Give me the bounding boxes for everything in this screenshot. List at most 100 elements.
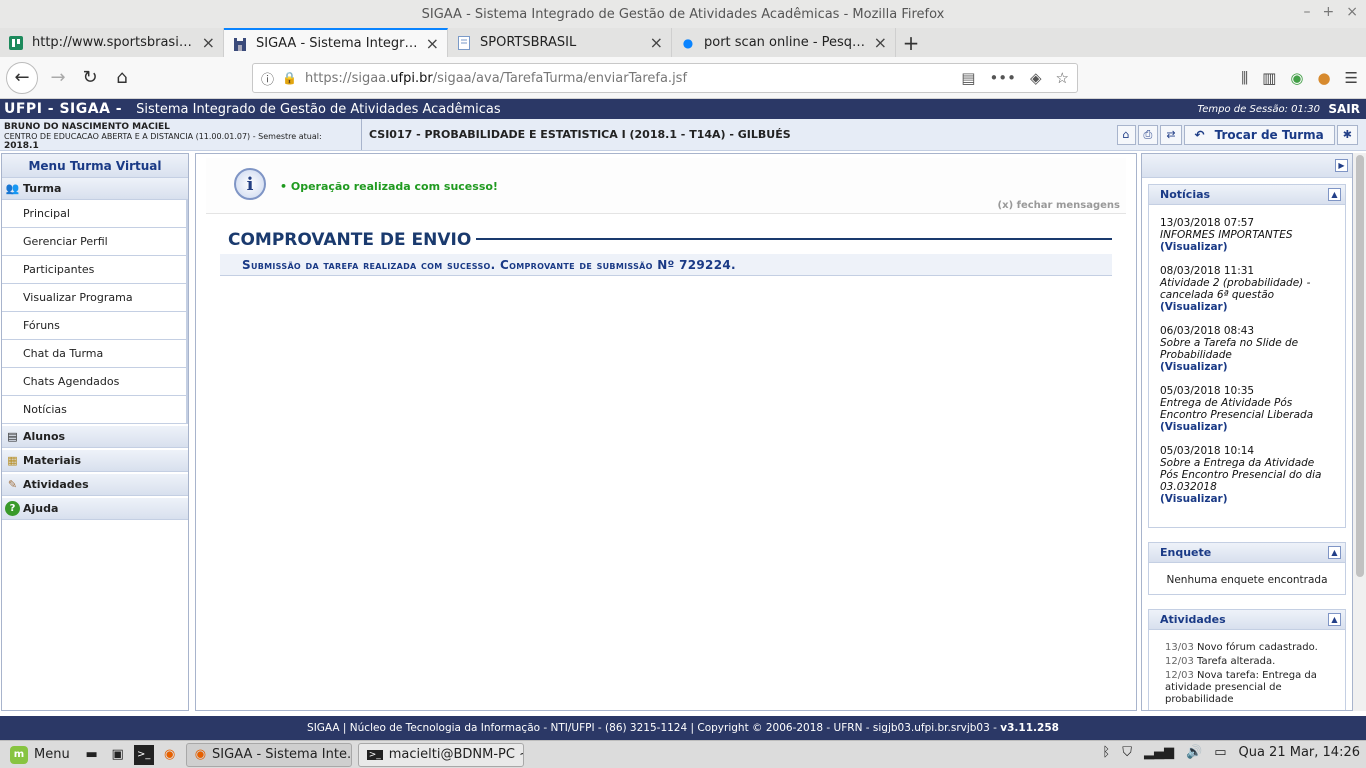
menu-item-noticias[interactable]: Notícias bbox=[2, 396, 188, 424]
user-bar: BRUNO DO NASCIMENTO MACIEL CENTRO DE EDU… bbox=[0, 119, 1366, 151]
shield-icon[interactable]: ⛉ bbox=[1122, 745, 1132, 760]
reload-button[interactable]: ↻ bbox=[74, 62, 106, 94]
tab-sportsbrasil-net[interactable]: http://www.sportsbrasil.net/ e × bbox=[0, 28, 224, 57]
back-button[interactable]: ← bbox=[6, 61, 38, 94]
atividades-list: 13/03 Novo fórum cadastrado. 12/03 Taref… bbox=[1149, 630, 1345, 710]
version: v3.11.258 bbox=[1000, 722, 1059, 734]
menu-item-principal[interactable]: Principal bbox=[2, 200, 188, 228]
cookie-icon[interactable]: ● bbox=[1317, 69, 1330, 87]
lock-icon: 🔒 bbox=[282, 71, 297, 85]
minimize-icon[interactable]: – bbox=[1304, 4, 1311, 20]
menu-item-gerenciar-perfil[interactable]: Gerenciar Perfil bbox=[2, 228, 188, 256]
tab-sigaa[interactable]: SIGAA - Sistema Integrado de × bbox=[224, 28, 448, 57]
success-message-box: i • Operação realizada com sucesso! (x) … bbox=[206, 158, 1126, 214]
url-text[interactable]: https://sigaa.ufpi.br/sigaa/ava/TarefaTu… bbox=[305, 71, 953, 86]
menu-item-chat-turma[interactable]: Chat da Turma bbox=[2, 340, 188, 368]
visualizar-link[interactable]: (Visualizar) bbox=[1160, 361, 1335, 373]
user-info: BRUNO DO NASCIMENTO MACIEL CENTRO DE EDU… bbox=[0, 119, 362, 151]
page-actions-icon[interactable]: ••• bbox=[989, 69, 1016, 87]
swap-icon: ⇄ bbox=[1166, 128, 1176, 141]
show-desktop-icon[interactable]: ▬ bbox=[82, 745, 102, 765]
list-item: 13/03/2018 07:57 INFORMES IMPORTANTES (V… bbox=[1160, 217, 1335, 253]
bookmark-star-icon[interactable]: ☆ bbox=[1056, 69, 1069, 87]
list-item: 06/03/2018 08:43 Sobre a Tarefa no Slide… bbox=[1160, 325, 1335, 373]
menu-item-chats-agendados[interactable]: Chats Agendados bbox=[2, 368, 188, 396]
visualizar-link[interactable]: (Visualizar) bbox=[1160, 421, 1335, 433]
right-sidebar-header: ▶ bbox=[1142, 154, 1352, 178]
arrow-right-icon: ▶ bbox=[1338, 161, 1345, 170]
home-button[interactable]: ⌂ bbox=[106, 62, 138, 94]
trocar-turma-button[interactable]: ↶ Trocar de Turma bbox=[1183, 124, 1335, 145]
collapse-atividades-button[interactable]: ▲ bbox=[1328, 613, 1341, 626]
network-icon[interactable]: ▂▄▆ bbox=[1144, 745, 1174, 760]
info-icon[interactable]: ⓘ bbox=[261, 69, 274, 88]
library-icon[interactable]: ⫼ bbox=[1241, 69, 1248, 87]
page-content: UFPI - SIGAA - Sistema Integrado de Gest… bbox=[0, 99, 1366, 740]
visualizar-link[interactable]: (Visualizar) bbox=[1160, 493, 1335, 505]
atividades-header: Atividades ▲ bbox=[1149, 610, 1345, 630]
close-tab-icon[interactable]: × bbox=[650, 33, 663, 52]
terminal-icon[interactable]: >_ bbox=[133, 744, 154, 765]
visualizar-link[interactable]: (Visualizar) bbox=[1160, 301, 1335, 313]
reader-view-icon[interactable]: ▤ bbox=[961, 69, 975, 87]
taskbar-window-firefox[interactable]: ◉ SIGAA - Sistema Inte... bbox=[185, 742, 352, 767]
tab-sportsbrasil[interactable]: SPORTSBRASIL × bbox=[448, 28, 672, 57]
session-timer: Tempo de Sessão: 01:30 bbox=[1197, 103, 1320, 115]
user-center: CENTRO DE EDUCACAO ABERTA E A DISTANCIA … bbox=[4, 132, 322, 151]
hamburger-menu-icon[interactable]: ☰ bbox=[1345, 69, 1358, 87]
page-scrollbar[interactable] bbox=[1353, 153, 1366, 711]
url-bar[interactable]: ⓘ 🔒 https://sigaa.ufpi.br/sigaa/ava/Tare… bbox=[252, 63, 1078, 93]
close-messages-link[interactable]: (x) fechar mensagens bbox=[998, 200, 1120, 211]
menu-section-alunos[interactable]: ▤ Alunos bbox=[2, 426, 188, 448]
collapse-enquete-button[interactable]: ▲ bbox=[1328, 546, 1341, 559]
menu-section-materiais[interactable]: ▦ Materiais bbox=[2, 450, 188, 472]
switch-button[interactable]: ⇄ bbox=[1160, 124, 1182, 145]
firefox-icon: ◉ bbox=[194, 747, 207, 762]
sidebar-icon[interactable]: ▥ bbox=[1262, 69, 1276, 87]
window-title: SIGAA - Sistema Integrado de Gestão de A… bbox=[421, 6, 945, 22]
atividades-panel: Atividades ▲ 13/03 Novo fórum cadastrado… bbox=[1148, 609, 1346, 710]
file-manager-icon[interactable]: ▣ bbox=[108, 745, 128, 765]
menu-title: Menu Turma Virtual bbox=[2, 154, 188, 178]
course-title: CSI017 - PROBABILIDADE E ESTATISTICA I (… bbox=[369, 128, 791, 141]
arrow-up-icon: ▲ bbox=[1331, 547, 1338, 557]
home-course-button[interactable]: ⌂ bbox=[1116, 124, 1136, 145]
collapse-sidebar-button[interactable]: ▶ bbox=[1335, 159, 1348, 172]
start-menu-button[interactable]: m Menu bbox=[4, 745, 76, 764]
list-item: 05/03/2018 10:35 Entrega de Atividade Pó… bbox=[1160, 385, 1335, 433]
list-item: 05/03/2018 10:14 Sobre a Entrega da Ativ… bbox=[1160, 445, 1335, 505]
settings-button[interactable]: ✱ bbox=[1336, 124, 1358, 145]
user-name: BRUNO DO NASCIMENTO MACIEL bbox=[4, 122, 170, 132]
clock[interactable]: Qua 21 Mar, 14:26 bbox=[1238, 745, 1360, 760]
pocket-icon[interactable]: ◈ bbox=[1030, 69, 1042, 87]
taskbar-window-terminal[interactable]: >_ macielti@BDNM-PC ~ bbox=[357, 742, 524, 767]
battery-icon[interactable]: ▭ bbox=[1214, 745, 1226, 760]
maximize-icon[interactable]: + bbox=[1323, 4, 1335, 20]
menu-section-ajuda[interactable]: ? Ajuda bbox=[2, 498, 188, 520]
close-tab-icon[interactable]: × bbox=[202, 33, 215, 52]
enquete-panel: Enquete ▲ Nenhuma enquete encontrada bbox=[1148, 542, 1346, 595]
menu-item-visualizar-programa[interactable]: Visualizar Programa bbox=[2, 284, 188, 312]
close-tab-icon[interactable]: × bbox=[874, 33, 887, 52]
close-icon[interactable]: × bbox=[1346, 4, 1358, 20]
new-tab-button[interactable]: + bbox=[896, 28, 926, 57]
sigaa-footer: SIGAA | Núcleo de Tecnologia da Informaç… bbox=[0, 716, 1366, 740]
dot-icon: ● bbox=[682, 35, 694, 50]
menu-item-foruns[interactable]: Fóruns bbox=[2, 312, 188, 340]
tab-port-scan[interactable]: ● port scan online - Pesquisa Go × bbox=[672, 28, 896, 57]
collapse-noticias-button[interactable]: ▲ bbox=[1328, 188, 1341, 201]
close-tab-icon[interactable]: × bbox=[426, 34, 439, 53]
logout-link[interactable]: SAIR bbox=[1328, 102, 1360, 116]
bluetooth-icon[interactable]: ᛒ bbox=[1102, 745, 1110, 760]
menu-item-participantes[interactable]: Participantes bbox=[2, 256, 188, 284]
scrollbar-thumb[interactable] bbox=[1356, 155, 1364, 577]
menu-section-turma[interactable]: 👥 Turma bbox=[2, 178, 188, 200]
menu-section-atividades[interactable]: ✎ Atividades bbox=[2, 474, 188, 496]
volume-icon[interactable]: 🔊 bbox=[1186, 745, 1202, 760]
visualizar-link[interactable]: (Visualizar) bbox=[1160, 241, 1335, 253]
firefox-icon[interactable]: ◉ bbox=[160, 745, 180, 765]
forward-button[interactable]: → bbox=[42, 62, 74, 94]
extension-icon[interactable]: ◉ bbox=[1290, 69, 1303, 87]
print-icon: ⎙ bbox=[1143, 127, 1153, 141]
print-button[interactable]: ⎙ bbox=[1137, 124, 1159, 145]
